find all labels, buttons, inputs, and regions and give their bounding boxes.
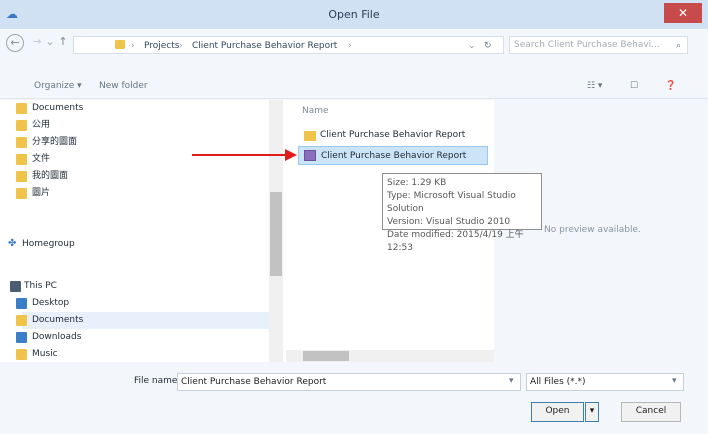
tooltip-date-modified: Date modified: 2015/4/19 上午 12:53 xyxy=(387,230,524,253)
sidebar-item-pictures[interactable]: 圖片 xyxy=(32,185,50,201)
breadcrumb-separator: › xyxy=(179,41,183,51)
folder-icon xyxy=(16,137,27,148)
file-list-scrollbar-thumb[interactable] xyxy=(303,351,349,361)
refresh-icon[interactable]: ↻ xyxy=(484,40,492,52)
view-options-icon[interactable]: ☷ ▾ xyxy=(587,79,602,93)
tooltip-size: Size: 1.29 KB xyxy=(387,178,447,188)
search-input[interactable]: Search Client Purchase Behavi... xyxy=(509,36,688,54)
folder-icon xyxy=(16,120,27,131)
computer-icon xyxy=(10,281,21,292)
folder-icon xyxy=(16,103,27,114)
sidebar-item-my-pictures[interactable]: 我的圖面 xyxy=(32,168,68,184)
downloads-icon xyxy=(16,332,27,343)
breadcrumb-separator: › xyxy=(348,41,352,51)
documents-folder-icon xyxy=(16,315,27,326)
desktop-icon xyxy=(16,298,27,309)
annotation-arrow-line xyxy=(192,154,287,156)
recent-dropdown[interactable]: ⌄ xyxy=(45,34,55,52)
preview-pane-icon[interactable]: ☐ xyxy=(630,79,638,93)
file-type-dropdown-icon[interactable]: ▾ xyxy=(672,376,677,386)
sidebar-item-this-pc[interactable]: This PC xyxy=(24,278,57,294)
breadcrumb-current-folder[interactable]: Client Purchase Behavior Report xyxy=(192,40,337,52)
tooltip-version: Version: Visual Studio 2010 xyxy=(387,217,511,227)
up-button[interactable]: ↑ xyxy=(56,34,70,52)
folder-icon xyxy=(16,154,27,165)
sidebar-item-homegroup[interactable]: Homegroup xyxy=(22,236,75,252)
homegroup-icon: ✤ xyxy=(8,238,17,249)
cancel-button[interactable]: Cancel xyxy=(621,402,681,422)
back-button[interactable]: ← xyxy=(6,34,24,52)
preview-message: No preview available. xyxy=(544,225,641,235)
column-header-name[interactable]: Name xyxy=(302,106,329,118)
sidebar-item-shared-pictures[interactable]: 分享的圖面 xyxy=(32,134,77,150)
sidebar-item-downloads[interactable]: Downloads xyxy=(32,329,81,345)
tooltip-type: Type: Microsoft Visual Studio Solution xyxy=(387,191,516,214)
annotation-arrow-head xyxy=(285,149,297,161)
file-item-solution[interactable]: Client Purchase Behavior Report xyxy=(298,146,488,165)
folder-icon xyxy=(115,40,125,49)
file-item-folder[interactable]: Client Purchase Behavior Report xyxy=(298,126,465,145)
sidebar-item-music[interactable]: Music xyxy=(32,346,58,362)
address-dropdown-icon[interactable]: ⌄ xyxy=(468,40,476,52)
search-icon[interactable]: ⌕ xyxy=(676,40,681,52)
organize-menu[interactable]: Organize ▾ xyxy=(34,79,82,93)
filename-input[interactable]: Client Purchase Behavior Report xyxy=(177,373,521,391)
visual-studio-solution-icon xyxy=(304,150,316,161)
close-button[interactable]: ✕ xyxy=(664,3,702,23)
sidebar-item-public[interactable]: 公用 xyxy=(32,117,50,133)
help-icon[interactable]: ❓ xyxy=(665,79,676,93)
forward-button[interactable]: → xyxy=(28,34,46,52)
folder-icon xyxy=(16,188,27,199)
filename-label: File name: xyxy=(134,376,181,386)
filename-dropdown-icon[interactable]: ▾ xyxy=(509,376,514,386)
sidebar-item-files[interactable]: 文件 xyxy=(32,151,50,167)
file-type-select[interactable]: All Files (*.*) xyxy=(526,373,684,391)
sidebar-item-desktop[interactable]: Desktop xyxy=(32,295,69,311)
navigation-scrollbar-thumb[interactable] xyxy=(270,192,282,276)
breadcrumb-projects[interactable]: Projects xyxy=(144,40,179,52)
open-button[interactable]: Open xyxy=(531,402,584,422)
new-folder-button[interactable]: New folder xyxy=(99,79,148,93)
open-options-dropdown[interactable]: ▾ xyxy=(585,402,599,422)
breadcrumb-separator: › xyxy=(131,41,135,51)
sidebar-item-documents[interactable]: Documents xyxy=(32,100,83,116)
window-title: Open File xyxy=(328,8,380,21)
file-info-tooltip: Size: 1.29 KB Type: Microsoft Visual Stu… xyxy=(382,173,542,253)
sidebar-item-pc-documents[interactable]: Documents xyxy=(32,312,83,328)
music-icon xyxy=(16,349,27,360)
folder-icon xyxy=(16,171,27,182)
